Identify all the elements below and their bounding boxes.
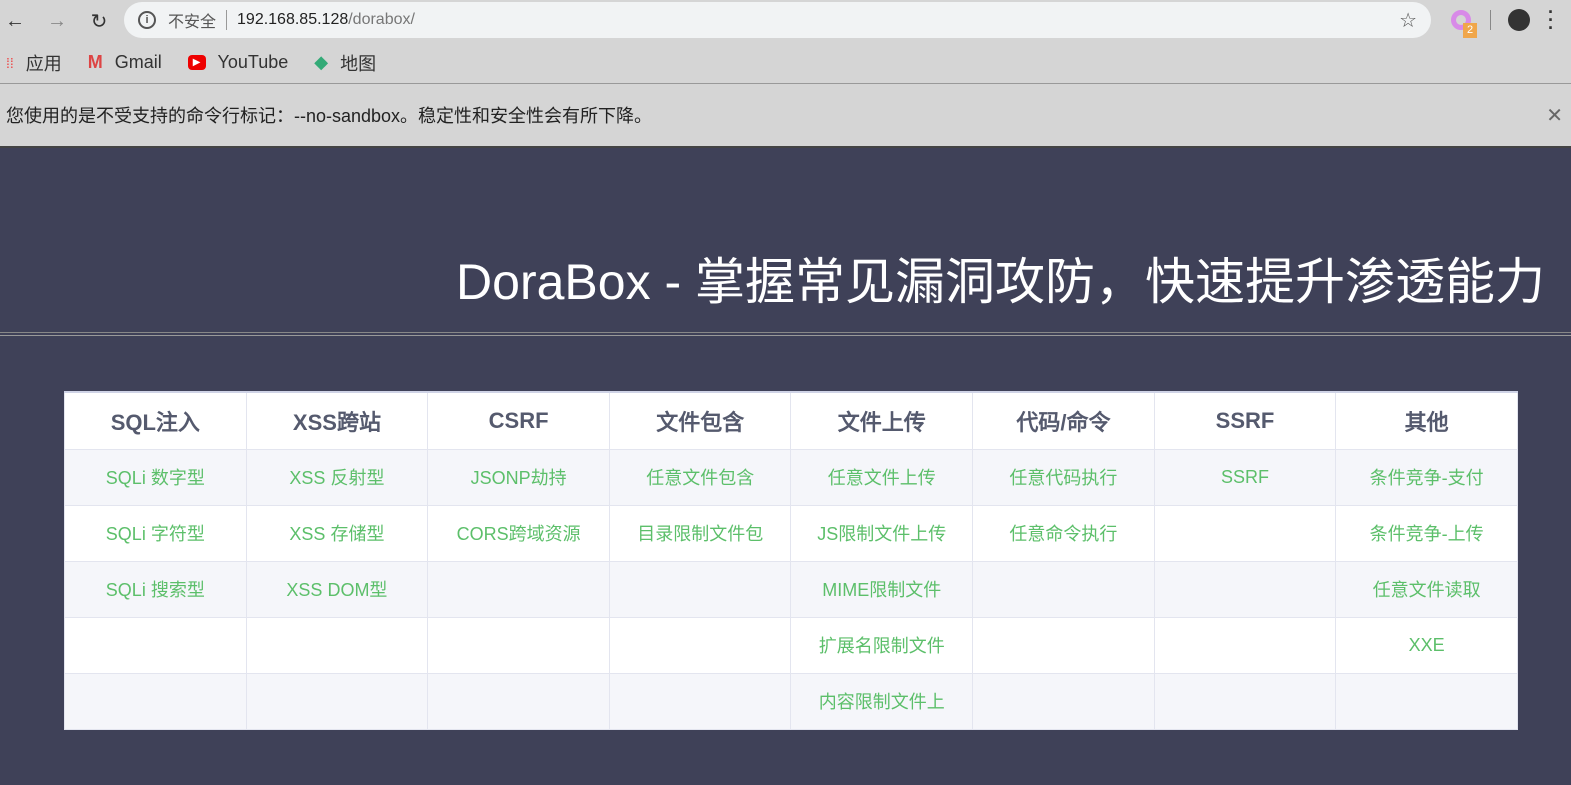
lab-link[interactable]: 任意文件读取 — [1335, 560, 1518, 618]
insecure-label: 不安全 — [168, 14, 217, 31]
lab-link[interactable]: MIME限制文件 — [790, 560, 974, 618]
apps-icon: ⁞⁞ — [6, 54, 14, 71]
close-icon[interactable]: ✕ — [1546, 103, 1563, 128]
bookmark-star-icon[interactable]: ☆ — [1399, 8, 1417, 33]
lab-link[interactable]: JSONP劫持 — [427, 448, 610, 506]
empty-cell — [1153, 504, 1337, 562]
column-header: XSS跨站 — [245, 391, 429, 450]
column-header: SSRF — [1153, 391, 1337, 450]
lab-link[interactable]: 任意命令执行 — [972, 504, 1155, 562]
profile-icon[interactable] — [1508, 9, 1530, 31]
bookmark-maps[interactable]: ◆ 地图 — [314, 50, 376, 76]
lab-link[interactable]: XXE — [1335, 616, 1518, 674]
column-header: 文件上传 — [790, 391, 974, 450]
empty-cell — [245, 616, 429, 674]
lab-link[interactable]: SQLi 数字型 — [64, 448, 247, 506]
empty-cell — [608, 672, 792, 730]
table-row: 内容限制文件上 — [64, 672, 1518, 730]
empty-cell — [608, 560, 792, 618]
table-row: SQLi 数字型 XSS 反射型 JSONP劫持 任意文件包含 任意文件上传 任意代码执行… — [64, 448, 1518, 506]
empty-cell — [972, 672, 1155, 730]
bookmark-label: 地图 — [340, 53, 377, 74]
extension-badge: 2 — [1463, 23, 1477, 38]
column-header: SQL注入 — [64, 391, 247, 450]
table-row: SQLi 字符型 XSS 存储型 CORS跨域资源 目录限制文件包 JS限制文件上传 任意… — [64, 504, 1518, 562]
reload-icon[interactable]: ↻ — [84, 9, 114, 34]
lab-link[interactable]: 条件竞争-支付 — [1335, 448, 1518, 506]
bookmark-label: 应用 — [25, 53, 62, 74]
gmail-icon: M — [87, 52, 103, 72]
divider — [226, 10, 228, 30]
empty-cell — [608, 616, 792, 674]
empty-cell — [1335, 672, 1518, 730]
lab-link[interactable]: CORS跨域资源 — [427, 504, 610, 562]
lab-link[interactable]: 内容限制文件上 — [790, 672, 974, 730]
empty-cell — [64, 672, 247, 730]
maps-icon: ◆ — [314, 52, 329, 72]
lab-link[interactable]: XSS 存储型 — [245, 504, 429, 562]
empty-cell — [1153, 672, 1337, 730]
bookmark-gmail[interactable]: M Gmail — [88, 52, 162, 73]
empty-cell — [1153, 616, 1337, 674]
bookmark-label: Gmail — [114, 52, 162, 72]
empty-cell — [972, 560, 1155, 618]
bookmark-apps[interactable]: ⁞⁞ 应用 — [6, 50, 62, 76]
column-header: 其他 — [1335, 391, 1518, 450]
lab-link[interactable]: SQLi 搜索型 — [64, 560, 247, 618]
empty-cell — [427, 672, 610, 730]
divider — [1490, 10, 1491, 30]
column-header: 文件包含 — [608, 391, 792, 450]
vulnerability-table: SQL注入 XSS跨站 CSRF 文件包含 文件上传 代码/命令 SSRF 其他 SQLi 数… — [64, 391, 1518, 730]
lab-link[interactable]: SQLi 字符型 — [64, 504, 247, 562]
empty-cell — [427, 616, 610, 674]
lab-link[interactable]: JS限制文件上传 — [790, 504, 974, 562]
lab-link[interactable]: 任意文件包含 — [608, 448, 792, 506]
forward-icon[interactable]: → — [42, 10, 72, 33]
lab-link[interactable]: 任意文件上传 — [790, 448, 974, 506]
youtube-icon: ▶ — [187, 55, 206, 70]
page-header: DoraBox - 掌握常见漏洞攻防，快速提升渗透能力 — [0, 148, 1571, 336]
url-path: /dorabox/ — [348, 11, 415, 28]
bookmark-label: YouTube — [217, 52, 289, 72]
lab-link[interactable]: 目录限制文件包 — [608, 504, 792, 562]
column-header: CSRF — [427, 391, 610, 450]
table-row: 扩展名限制文件 XXE — [64, 616, 1518, 674]
empty-cell — [1153, 560, 1337, 618]
url-host: 192.168.85.128 — [237, 11, 349, 28]
column-header: 代码/命令 — [972, 391, 1155, 450]
lab-link[interactable]: XSS DOM型 — [245, 560, 429, 618]
lab-link[interactable]: 扩展名限制文件 — [790, 616, 974, 674]
info-icon[interactable]: i — [138, 11, 156, 29]
empty-cell — [972, 616, 1155, 674]
sandbox-warning-bar: 您使用的是不受支持的命令行标记：--no-sandbox。稳定性和安全性会有所下… — [0, 84, 1571, 148]
lab-link[interactable]: 任意代码执行 — [972, 448, 1155, 506]
back-icon[interactable]: ← — [0, 10, 30, 33]
browser-toolbar: ← → ↻ i 不安全 192.168.85.128/dorabox/ ☆ 2 … — [0, 0, 1571, 42]
empty-cell — [64, 616, 247, 674]
lab-link[interactable]: XSS 反射型 — [245, 448, 429, 506]
warning-text: 您使用的是不受支持的命令行标记：--no-sandbox。稳定性和安全性会有所下… — [6, 106, 653, 126]
address-bar[interactable]: i 不安全 192.168.85.128/dorabox/ ☆ — [124, 2, 1431, 38]
empty-cell — [245, 672, 429, 730]
page-title: DoraBox - 掌握常见漏洞攻防，快速提升渗透能力 — [456, 254, 1545, 310]
table-row: SQLi 搜索型 XSS DOM型 MIME限制文件 任意文件读取 — [64, 560, 1518, 618]
bookmark-youtube[interactable]: ▶ YouTube — [187, 52, 289, 73]
menu-icon[interactable]: · · · — [1548, 3, 1554, 37]
lab-link[interactable]: 条件竞争-上传 — [1335, 504, 1518, 562]
empty-cell — [427, 560, 610, 618]
bookmarks-bar: ⁞⁞ 应用 M Gmail ▶ YouTube ◆ 地图 — [0, 42, 1571, 84]
lab-link[interactable]: SSRF — [1153, 448, 1337, 506]
